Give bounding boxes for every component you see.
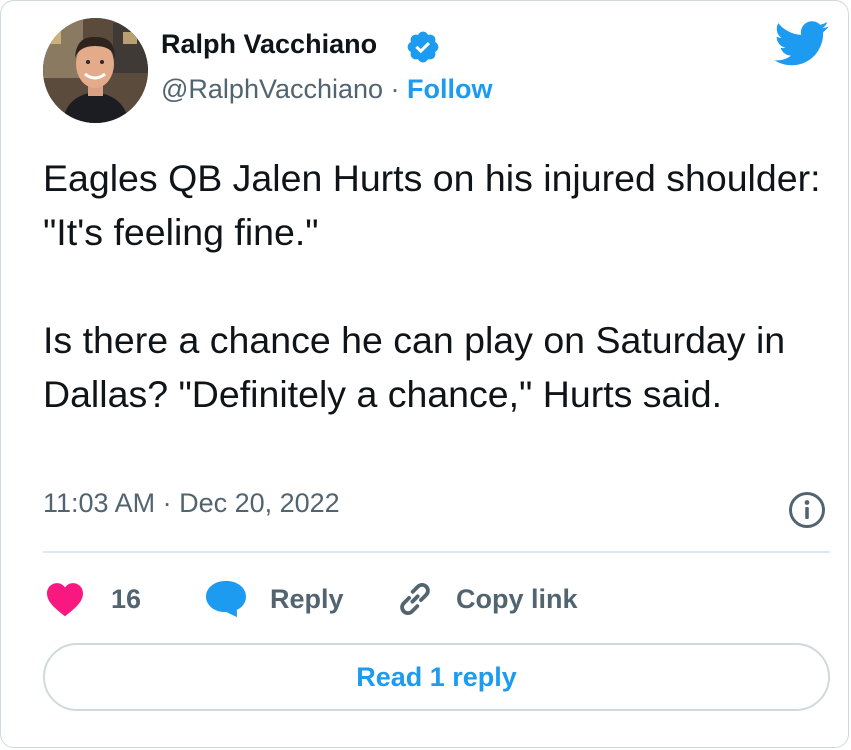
handle-line: @RalphVacchiano · Follow [161, 74, 493, 105]
display-name[interactable]: Ralph Vacchiano [161, 29, 377, 60]
like-button[interactable]: 16 [45, 577, 141, 621]
verified-badge-icon [407, 31, 439, 63]
avatar[interactable] [43, 18, 148, 123]
tweet-text: Eagles QB Jalen Hurts on his injured sho… [43, 157, 821, 415]
handle[interactable]: @RalphVacchiano [161, 74, 383, 104]
tweet-timestamp[interactable]: 11:03 AM · Dec 20, 2022 [43, 488, 340, 519]
tweet-card: Ralph Vacchiano @RalphVacchiano · Follow… [0, 0, 849, 748]
like-count: 16 [111, 583, 142, 614]
reply-label: Reply [270, 583, 344, 614]
copy-link-label: Copy link [456, 583, 578, 614]
divider [43, 551, 830, 553]
handle-separator: · [383, 74, 408, 104]
read-replies-button[interactable]: Read 1 reply [43, 643, 830, 711]
info-icon[interactable] [787, 490, 827, 530]
copy-link-button[interactable]: Copy link [394, 577, 578, 621]
reply-button[interactable]: Reply [204, 577, 344, 621]
follow-link[interactable]: Follow [407, 74, 492, 104]
link-icon [400, 583, 430, 615]
twitter-bird-icon[interactable] [774, 21, 830, 67]
speech-bubble-icon [206, 580, 246, 618]
heart-icon [47, 583, 83, 617]
